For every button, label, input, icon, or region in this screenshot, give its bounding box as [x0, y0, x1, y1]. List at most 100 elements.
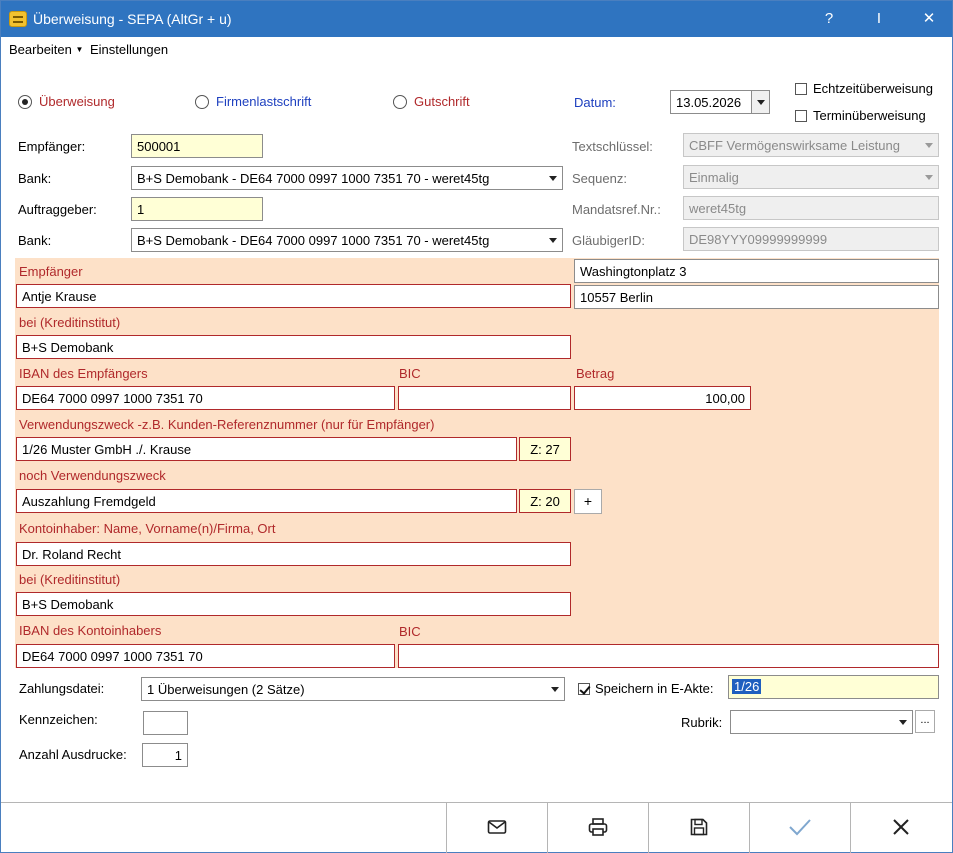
- chevron-down-icon[interactable]: [894, 711, 912, 733]
- sequence-select[interactable]: Einmalig: [683, 165, 939, 189]
- date-label: Datum:: [574, 95, 616, 110]
- city-input[interactable]: 10557 Berlin: [574, 285, 939, 309]
- cancel-button[interactable]: [850, 803, 951, 853]
- mandate-input[interactable]: weret45tg: [683, 196, 939, 220]
- mark-label: Kennzeichen:: [19, 712, 98, 727]
- confirm-button[interactable]: [749, 803, 850, 853]
- chevron-down-icon[interactable]: [544, 229, 562, 251]
- client-bank-select[interactable]: B+S Demobank - DE64 7000 0997 1000 7351 …: [131, 228, 563, 252]
- iban-input[interactable]: DE64 7000 0997 1000 7351 70: [16, 386, 395, 410]
- holder-label: Kontoinhaber: Name, Vorname(n)/Firma, Or…: [19, 521, 276, 536]
- mandate-label: Mandatsref.Nr.:: [572, 202, 661, 217]
- date-value: 13.05.2026: [676, 95, 742, 110]
- save-eakte-label[interactable]: Speichern in E-Akte:: [595, 681, 714, 696]
- footer-toolbar: [1, 802, 952, 853]
- bank-label: Bank:: [18, 171, 52, 186]
- at-bank-input[interactable]: B+S Demobank: [16, 335, 571, 359]
- help-button[interactable]: ?: [809, 5, 849, 33]
- mail-icon: [487, 820, 507, 834]
- recipient-name-input[interactable]: Antje Krause: [16, 284, 571, 308]
- print-button[interactable]: [547, 803, 648, 853]
- client-input[interactable]: 1: [131, 197, 263, 221]
- radio-transfer[interactable]: [18, 95, 32, 109]
- recipient-bank-select[interactable]: B+S Demobank - DE64 7000 0997 1000 7351 …: [131, 166, 563, 190]
- payment-file-value: 1 Überweisungen (2 Sätze): [147, 682, 305, 697]
- holder-bic-label: BIC: [399, 624, 421, 639]
- payment-file-label: Zahlungsdatei:: [19, 681, 105, 696]
- sequence-label: Sequenz:: [572, 171, 627, 186]
- chevron-down-icon[interactable]: [546, 678, 564, 700]
- holder-bic-input[interactable]: [398, 644, 939, 668]
- payment-file-select[interactable]: 1 Überweisungen (2 Sätze): [141, 677, 565, 701]
- purpose2-label: noch Verwendungszweck: [19, 468, 166, 483]
- chevron-down-icon[interactable]: [544, 167, 562, 189]
- prints-input[interactable]: 1: [142, 743, 188, 767]
- title-bar: Überweisung - SEPA (AltGr + u) ? I ✕: [1, 1, 952, 37]
- mark-input[interactable]: [143, 711, 188, 735]
- textkey-label: Textschlüssel:: [572, 139, 653, 154]
- realtime-checkbox[interactable]: [795, 83, 807, 95]
- holder-input[interactable]: Dr. Roland Recht: [16, 542, 571, 566]
- textkey-select[interactable]: CBFF Vermögenswirksame Leistung: [683, 133, 939, 157]
- radio-credit[interactable]: [393, 95, 407, 109]
- scheduled-checkbox[interactable]: [795, 110, 807, 122]
- recipient-bank-value: B+S Demobank - DE64 7000 0997 1000 7351 …: [137, 171, 490, 186]
- realtime-label[interactable]: Echtzeitüberweisung: [813, 81, 933, 96]
- date-dropdown-icon[interactable]: [751, 91, 769, 113]
- purpose-input[interactable]: 1/26 Muster GmbH ./. Krause: [16, 437, 517, 461]
- save-icon: [690, 818, 708, 836]
- rubric-more-button[interactable]: ...: [915, 710, 935, 733]
- menu-edit[interactable]: Bearbeiten ▼: [9, 42, 83, 57]
- radio-company-debit-label[interactable]: Firmenlastschrift: [216, 94, 311, 109]
- purpose-char-count: Z: 27: [519, 437, 571, 461]
- amount-label: Betrag: [576, 366, 615, 381]
- purpose2-input[interactable]: Auszahlung Fremdgeld: [16, 489, 517, 513]
- purpose-label: Verwendungszweck -z.B. Kunden-Referenznu…: [19, 417, 435, 432]
- window-title: Überweisung - SEPA (AltGr + u): [33, 11, 232, 27]
- radio-credit-label[interactable]: Gutschrift: [414, 94, 470, 109]
- rubric-label: Rubrik:: [681, 715, 723, 730]
- radio-company-debit[interactable]: [195, 95, 209, 109]
- creditor-label: GläubigerID:: [572, 233, 645, 248]
- dropdown-arrow-icon: ▼: [75, 45, 84, 54]
- save-button[interactable]: [648, 803, 749, 853]
- save-eakte-checkbox[interactable]: [578, 683, 590, 695]
- holder-bank-input[interactable]: B+S Demobank: [16, 592, 571, 616]
- textkey-value: CBFF Vermögenswirksame Leistung: [689, 138, 900, 153]
- panel-recipient-label: Empfänger: [19, 264, 83, 279]
- app-icon: [9, 11, 27, 27]
- client-label: Auftraggeber:: [18, 202, 97, 217]
- rubric-select[interactable]: [730, 710, 913, 734]
- prints-label: Anzahl Ausdrucke:: [19, 747, 127, 762]
- pin-button[interactable]: I: [859, 5, 899, 33]
- bic-input[interactable]: [398, 386, 571, 410]
- mail-button[interactable]: [446, 803, 547, 853]
- eakte-value: 1/26: [732, 679, 762, 694]
- amount-input[interactable]: 100,00: [574, 386, 751, 410]
- print-icon: [588, 818, 608, 836]
- radio-transfer-label[interactable]: Überweisung: [39, 94, 115, 109]
- bic-label: BIC: [399, 366, 421, 381]
- add-purpose-button[interactable]: +: [574, 489, 602, 514]
- chevron-down-icon[interactable]: [920, 166, 938, 188]
- bank2-label: Bank:: [18, 233, 52, 248]
- sepa-transfer-window: Überweisung - SEPA (AltGr + u) ? I ✕ Bea…: [0, 0, 953, 853]
- menu-edit-label: Bearbeiten: [9, 42, 72, 57]
- purpose2-char-count: Z: 20: [519, 489, 571, 513]
- scheduled-label[interactable]: Terminüberweisung: [813, 108, 926, 123]
- window-close-button[interactable]: ✕: [909, 5, 949, 33]
- recipient-number-input[interactable]: 500001: [131, 134, 263, 158]
- holder-iban-input[interactable]: DE64 7000 0997 1000 7351 70: [16, 644, 395, 668]
- menu-settings[interactable]: Einstellungen: [90, 42, 168, 57]
- check-icon: [789, 819, 811, 836]
- close-icon: [893, 819, 909, 835]
- creditor-input[interactable]: DE98YYY09999999999: [683, 227, 939, 251]
- client-bank-value: B+S Demobank - DE64 7000 0997 1000 7351 …: [137, 233, 490, 248]
- street-input[interactable]: Washingtonplatz 3: [574, 259, 939, 283]
- menu-bar: Bearbeiten ▼ Einstellungen: [1, 37, 952, 61]
- sequence-value: Einmalig: [689, 170, 739, 185]
- holder-iban-label: IBAN des Kontoinhabers: [19, 623, 162, 638]
- date-field[interactable]: 13.05.2026: [670, 90, 770, 114]
- eakte-input[interactable]: 1/26: [728, 675, 939, 699]
- chevron-down-icon[interactable]: [920, 134, 938, 156]
